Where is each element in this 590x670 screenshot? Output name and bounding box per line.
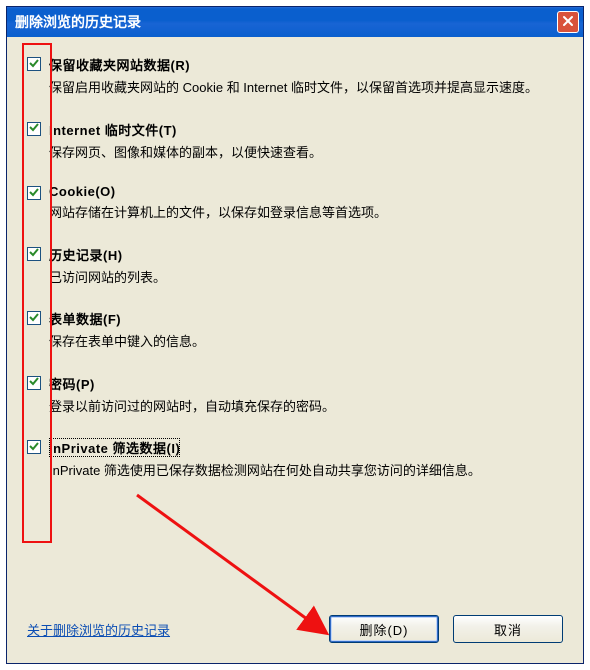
check-icon	[28, 246, 40, 261]
cancel-button[interactable]: 取消	[453, 615, 563, 643]
option-inprivate: InPrivate 筛选数据(I) InPrivate 筛选使用已保存数据检测网…	[27, 438, 563, 481]
option-label: 密码(P)	[49, 374, 563, 393]
check-icon	[28, 311, 40, 326]
checkbox-history[interactable]	[27, 247, 41, 261]
option-desc: 已访问网站的列表。	[49, 268, 563, 288]
close-icon	[562, 14, 574, 30]
option-passwords: 密码(P) 登录以前访问过的网站时，自动填充保存的密码。	[27, 374, 563, 417]
dialog-content: 保留收藏夹网站数据(R) 保留启用收藏夹网站的 Cookie 和 Interne…	[7, 37, 583, 615]
option-desc: InPrivate 筛选使用已保存数据检测网站在何处自动共享您访问的详细信息。	[49, 461, 563, 481]
checkbox-temp-files[interactable]	[27, 122, 41, 136]
option-label: 表单数据(F)	[49, 309, 563, 328]
option-cookie: Cookie(O) 网站存储在计算机上的文件，以保存如登录信息等首选项。	[27, 184, 563, 223]
option-desc: 保存在表单中键入的信息。	[49, 332, 563, 352]
close-button[interactable]	[557, 11, 579, 33]
check-icon	[28, 121, 40, 136]
option-form-data: 表单数据(F) 保存在表单中键入的信息。	[27, 309, 563, 352]
titlebar: 删除浏览的历史记录	[7, 7, 583, 37]
about-link[interactable]: 关于删除浏览的历史记录	[27, 620, 315, 639]
delete-button[interactable]: 删除(D)	[329, 615, 439, 643]
option-preserve-favorites: 保留收藏夹网站数据(R) 保留启用收藏夹网站的 Cookie 和 Interne…	[27, 55, 563, 98]
checkbox-inprivate[interactable]	[27, 440, 41, 454]
option-label: Cookie(O)	[49, 184, 563, 199]
option-desc: 保留启用收藏夹网站的 Cookie 和 Internet 临时文件，以保留首选项…	[49, 78, 563, 98]
option-desc: 登录以前访问过的网站时，自动填充保存的密码。	[49, 397, 563, 417]
checkbox-form-data[interactable]	[27, 311, 41, 325]
option-temp-files: Internet 临时文件(T) 保存网页、图像和媒体的副本，以便快速查看。	[27, 120, 563, 163]
dialog-footer: 关于删除浏览的历史记录 删除(D) 取消	[7, 615, 583, 663]
option-desc: 网站存储在计算机上的文件，以保存如登录信息等首选项。	[49, 203, 563, 223]
option-history: 历史记录(H) 已访问网站的列表。	[27, 245, 563, 288]
check-icon	[28, 186, 40, 201]
dialog-window: 删除浏览的历史记录 保留收藏夹网站数据(R) 保留启用收藏夹网站的 Cookie…	[6, 6, 584, 664]
option-label: InPrivate 筛选数据(I)	[49, 438, 180, 457]
checkbox-preserve-favorites[interactable]	[27, 57, 41, 71]
option-label: Internet 临时文件(T)	[49, 120, 563, 139]
option-label: 历史记录(H)	[49, 245, 563, 264]
checkbox-cookie[interactable]	[27, 186, 41, 200]
option-label: 保留收藏夹网站数据(R)	[49, 55, 563, 74]
check-icon	[28, 375, 40, 390]
option-desc: 保存网页、图像和媒体的副本，以便快速查看。	[49, 143, 563, 163]
checkbox-passwords[interactable]	[27, 376, 41, 390]
check-icon	[28, 57, 40, 72]
check-icon	[28, 440, 40, 455]
window-title: 删除浏览的历史记录	[15, 12, 557, 32]
